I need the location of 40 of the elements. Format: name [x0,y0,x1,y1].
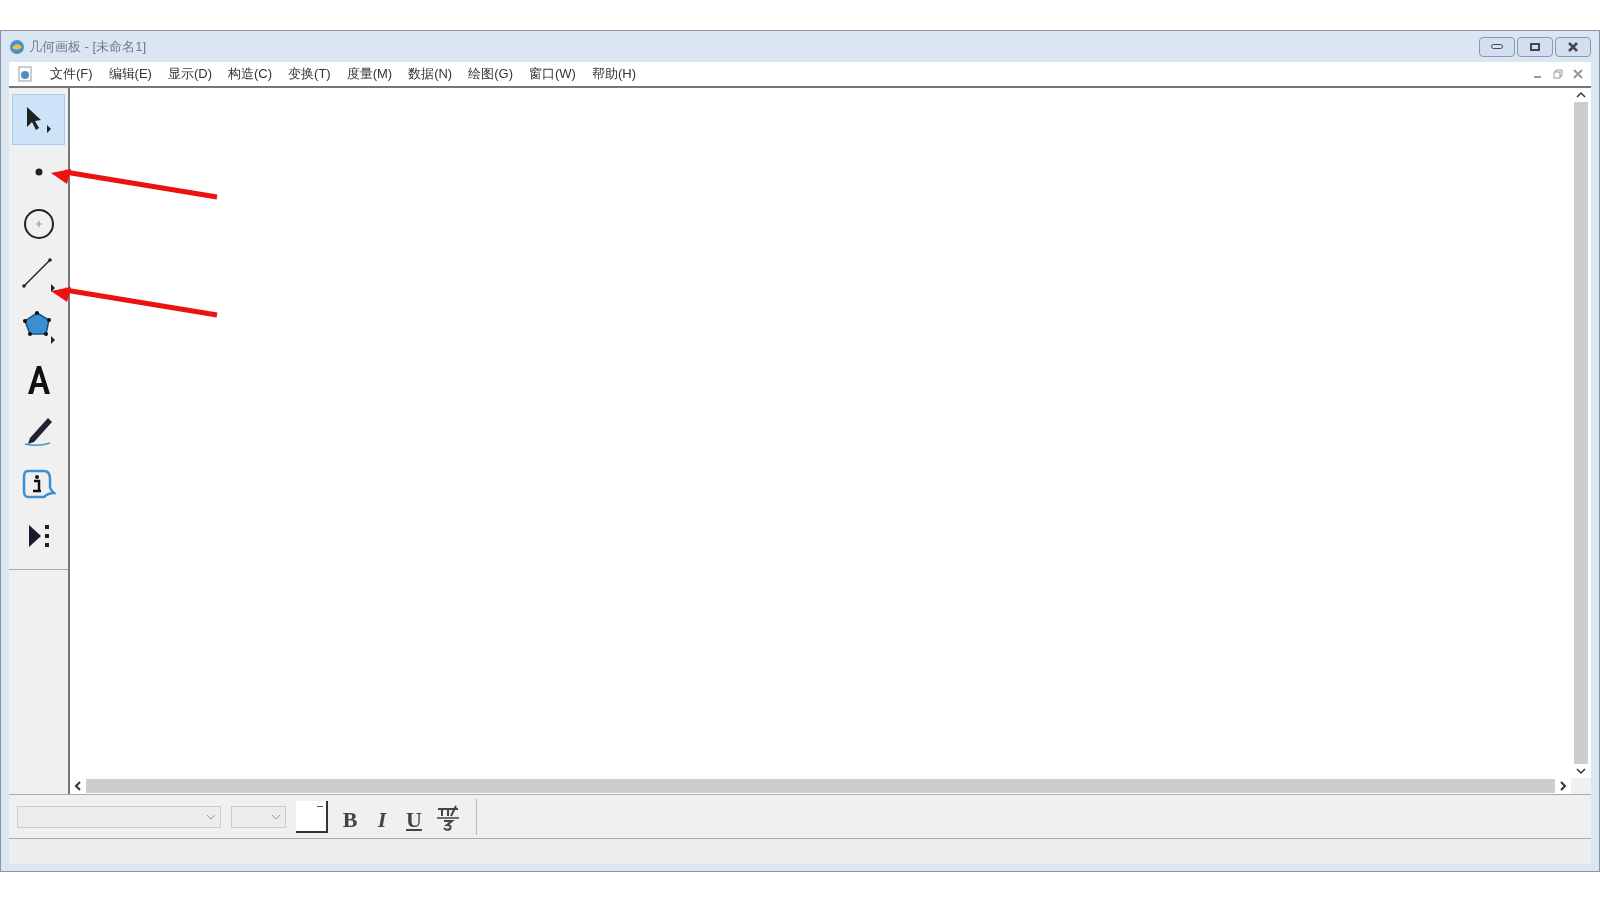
arrow-pointer-icon [25,105,52,134]
caret-icon [206,813,216,820]
menu-item[interactable]: 数据(N) [408,64,453,84]
chevron-down-icon[interactable] [1576,767,1586,775]
app-icon [9,38,25,55]
caret-icon [271,813,281,820]
close-icon [1567,41,1579,52]
close-button[interactable] [1555,36,1591,57]
window-title: 几何画板 - [未命名1] [29,37,146,56]
info-bubble-icon [21,468,56,499]
close-icon[interactable] [1573,69,1583,79]
menu-item[interactable]: 窗口(W) [529,64,576,84]
minimize-button[interactable] [1479,36,1515,57]
chevron-right-icon[interactable] [1559,781,1567,791]
menu-item[interactable]: 绘图(G) [468,64,513,84]
menu-item[interactable]: 构造(C) [228,64,273,84]
pentagon-icon [21,310,56,345]
bold-button[interactable]: B [338,802,362,831]
maximize-button[interactable] [1517,36,1553,57]
menu-item[interactable]: 显示(D) [167,64,212,84]
menu-item[interactable]: 度量(M) [346,64,393,84]
menu-item[interactable]: 编辑(E) [108,64,152,84]
color-swatch[interactable] [296,800,328,833]
point-icon [34,167,43,176]
play-dots-icon [27,523,50,548]
horizontal-scrollbar[interactable] [70,778,1571,794]
marker-pen-icon [24,416,53,447]
italic-button[interactable]: I [370,802,394,831]
underline-button[interactable]: U [402,802,426,831]
menu-item[interactable]: 帮助(H) [591,64,636,84]
line-segment-icon [21,258,56,293]
letter-a-icon [26,364,51,395]
chevron-up-icon[interactable] [1576,91,1586,99]
circle-icon [23,208,54,239]
menu-item[interactable]: 文件(F) [50,64,93,84]
tool-button[interactable] [12,94,65,145]
chevron-left-icon[interactable] [74,781,82,791]
menu-item[interactable]: 变换(T) [288,64,331,84]
document-icon[interactable] [17,66,33,82]
vertical-scrollbar[interactable] [1571,88,1591,778]
